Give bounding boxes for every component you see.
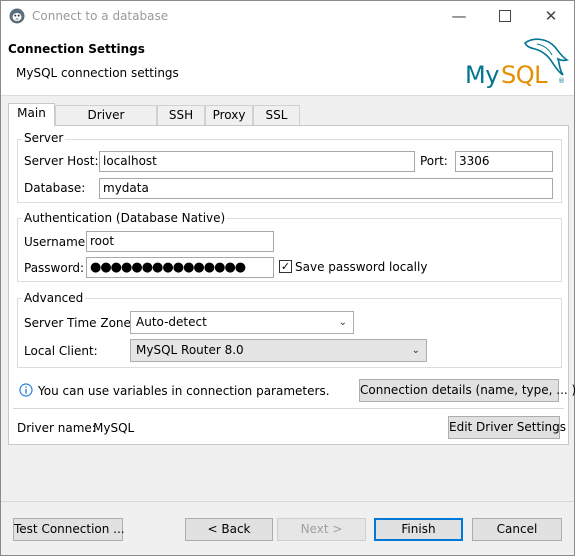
tab-driver-properties[interactable]: Driver properties: [55, 105, 157, 141]
cancel-button[interactable]: Cancel: [472, 518, 562, 541]
driver-name-value: MySQL: [93, 421, 135, 435]
local-client-value: MySQL Router 8.0: [136, 343, 244, 357]
save-password-label[interactable]: Save password locally: [295, 260, 427, 274]
username-label: Username:: [24, 235, 90, 249]
close-button[interactable]: ✕: [528, 1, 574, 31]
chevron-down-icon: ⌄: [338, 317, 347, 328]
close-icon: ✕: [544, 7, 558, 25]
password-label: Password:: [24, 261, 85, 275]
tab-proxy[interactable]: Proxy: [205, 105, 253, 125]
minimize-icon: —: [451, 7, 467, 25]
driver-name-label: Driver name:: [17, 421, 96, 435]
maximize-button[interactable]: [482, 1, 528, 31]
variables-info-text: You can use variables in connection para…: [38, 384, 330, 398]
port-label: Port:: [420, 154, 448, 168]
username-input[interactable]: root: [86, 231, 274, 252]
server-legend: Server: [22, 131, 66, 145]
info-icon: [19, 383, 33, 397]
mysql-logo-icon: My SQL ®: [465, 38, 569, 89]
save-password-checkbox[interactable]: ✓: [279, 260, 292, 273]
password-input[interactable]: ●●●●●●●●●●●●●●●: [86, 257, 274, 278]
minimize-button[interactable]: —: [436, 1, 482, 31]
divider: [13, 408, 564, 409]
tab-main[interactable]: Main: [8, 103, 55, 126]
test-connection-button[interactable]: Test Connection ...: [13, 518, 125, 541]
svg-text:SQL: SQL: [501, 61, 548, 89]
svg-text:My: My: [465, 61, 499, 89]
header-title: Connection Settings: [8, 42, 145, 56]
advanced-legend: Advanced: [22, 291, 86, 305]
timezone-label: Server Time Zone:: [24, 316, 135, 330]
dialog-header: Connection Settings MySQL connection set…: [1, 31, 574, 96]
svg-text:®: ®: [558, 77, 565, 85]
footer-divider: [1, 501, 574, 502]
database-label: Database:: [24, 181, 86, 195]
port-input[interactable]: 3306: [455, 151, 553, 172]
next-button[interactable]: Next >: [277, 518, 366, 541]
server-host-label: Server Host:: [24, 154, 99, 168]
main-tab-panel: Server Server Host: localhost Port: 3306…: [8, 125, 575, 445]
timezone-select[interactable]: Auto-detect ⌄: [130, 311, 354, 334]
header-subtitle: MySQL connection settings: [16, 66, 179, 80]
local-client-select[interactable]: MySQL Router 8.0 ⌄: [130, 339, 427, 362]
database-input[interactable]: mydata: [99, 178, 553, 199]
server-host-input[interactable]: localhost: [99, 151, 415, 172]
maximize-icon: [499, 10, 511, 22]
tab-ssh[interactable]: SSH: [157, 105, 205, 125]
finish-button[interactable]: Finish: [374, 518, 463, 541]
connect-dialog: Connect to a database — ✕ Connection Set…: [0, 0, 575, 556]
timezone-value: Auto-detect: [136, 315, 207, 329]
dbeaver-app-icon: [9, 8, 25, 24]
title-bar: Connect to a database — ✕: [1, 1, 574, 31]
edit-driver-settings-button[interactable]: Edit Driver Settings: [448, 416, 566, 439]
window-title: Connect to a database: [32, 9, 169, 23]
auth-legend: Authentication (Database Native): [22, 211, 228, 225]
connection-details-button[interactable]: Connection details (name, type, ... ): [359, 379, 575, 402]
tab-ssl[interactable]: SSL: [253, 105, 300, 125]
back-button[interactable]: < Back: [185, 518, 273, 541]
local-client-label: Local Client:: [24, 344, 98, 358]
chevron-down-icon: ⌄: [411, 345, 420, 356]
